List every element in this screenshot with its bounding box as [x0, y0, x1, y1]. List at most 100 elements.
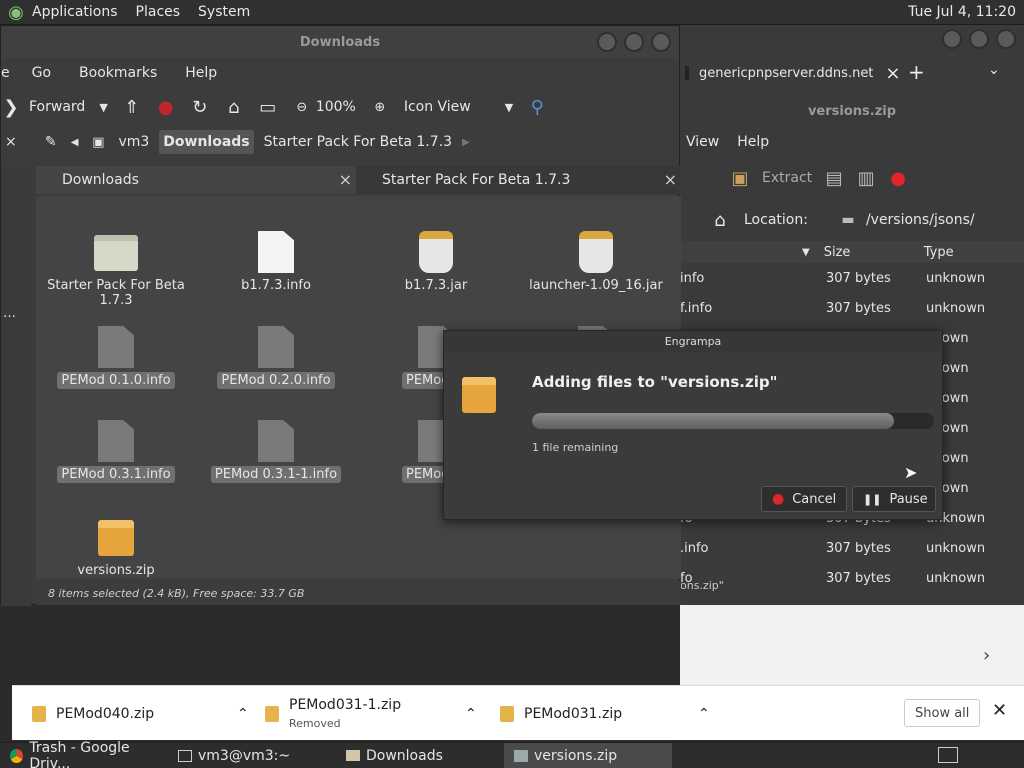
archive-menu-help[interactable]: Help [737, 134, 769, 150]
close-downloads-icon[interactable]: ✕ [992, 700, 1007, 721]
progress-dialog: Engrampa Adding files to "versions.zip" … [443, 330, 943, 520]
sidebar-ellipsis[interactable]: … [3, 306, 16, 321]
table-row[interactable]: f.info 307 bytes unknown [680, 293, 1024, 323]
menu-go[interactable]: Go [32, 65, 51, 81]
tab-starter-pack[interactable]: Starter Pack For Beta 1.7.3 × [356, 166, 681, 194]
file-icon-item[interactable]: PEMod 0.3.1.info [41, 420, 191, 483]
chevron-up-icon[interactable]: ⌃ [698, 706, 710, 722]
pause-button[interactable]: ❚❚ Pause [852, 486, 936, 512]
menu-bookmarks[interactable]: Bookmarks [79, 65, 157, 81]
path-back-icon[interactable]: ◀ [71, 137, 79, 148]
task-label: versions.zip [534, 747, 618, 764]
file-icon-item[interactable]: PEMod 0.2.0.info [201, 326, 351, 389]
chevron-up-icon[interactable]: ⌃ [465, 706, 477, 722]
file-icon-item[interactable]: PEMod 0.3.1-1.info [201, 420, 351, 483]
browser-tab[interactable]: genericpnpserver.ddns.net × [685, 58, 901, 88]
drive-icon: ▣ [92, 134, 105, 150]
home-icon[interactable]: ⌂ [710, 210, 730, 231]
clock[interactable]: Tue Jul 4, 11:20 [908, 4, 1016, 20]
download-item[interactable]: PEMod031-1.zip Removed ⌃ [265, 686, 477, 741]
terminal-icon [178, 749, 192, 762]
close-button[interactable] [651, 32, 671, 52]
crumb-vm3[interactable]: vm3 [118, 134, 149, 150]
forward-button[interactable]: Forward [29, 99, 85, 115]
stop-icon[interactable]: ● [156, 97, 176, 118]
search-icon[interactable]: ⚲ [527, 97, 547, 118]
task-downloads[interactable]: Downloads [336, 743, 504, 768]
table-row[interactable]: info 307 bytes unknown [680, 263, 1024, 293]
menu-applications[interactable]: Applications [32, 4, 118, 20]
add-files-icon[interactable]: ▤ [824, 168, 844, 189]
cancel-button[interactable]: ● Cancel [761, 486, 848, 512]
chrome-icon [10, 748, 24, 763]
minimize-button[interactable] [597, 32, 617, 52]
add-folder-icon[interactable]: ▥ [856, 168, 876, 189]
menu-help[interactable]: Help [185, 65, 217, 81]
pause-icon: ❚❚ [863, 492, 882, 506]
file-icon-item[interactable]: b1.7.3.info [201, 231, 351, 294]
tab-close-icon[interactable]: × [885, 63, 900, 84]
zip-file-icon [32, 705, 46, 722]
download-item[interactable]: PEMod040.zip ⌃ [32, 686, 249, 741]
table-row[interactable]: fo307 bytesunknown [680, 563, 1024, 593]
file-icon-item[interactable]: versions.zip [41, 514, 191, 579]
minimize-button[interactable] [942, 29, 962, 49]
maximize-button[interactable] [969, 29, 989, 49]
maximize-button[interactable] [624, 32, 644, 52]
tab-close-icon[interactable]: × [339, 170, 352, 189]
reload-icon[interactable]: ↻ [190, 97, 210, 118]
file-icon-item[interactable]: launcher-1.09_16.jar [521, 231, 671, 294]
cell-type: unknown [926, 300, 986, 316]
home-icon[interactable]: ⌂ [224, 97, 244, 118]
file-icon [258, 420, 294, 462]
task-versions[interactable]: versions.zip [504, 742, 672, 768]
distro-logo-icon[interactable]: ◉ [6, 2, 26, 23]
menu-edge-icon: e [1, 65, 10, 81]
task-terminal[interactable]: vm3@vm3:~ [168, 743, 336, 768]
path-forward-icon[interactable]: ▶ [462, 137, 470, 148]
location-field[interactable]: /versions/jsons/ [866, 212, 975, 228]
download-item[interactable]: PEMod031.zip ⌃ [500, 686, 710, 741]
forward-arrow-icon[interactable]: ❯ [1, 97, 21, 118]
archive-menu-view[interactable]: View [686, 134, 719, 150]
zoom-out-icon[interactable]: ⊖ [292, 97, 312, 117]
new-tab-icon[interactable]: + [908, 60, 925, 84]
stop-icon[interactable]: ● [888, 168, 908, 189]
menu-system[interactable]: System [198, 4, 250, 20]
cell-size: 307 bytes [826, 540, 891, 556]
next-arrow-icon[interactable]: › [983, 645, 990, 666]
zip-icon [98, 520, 134, 556]
cell-type: unknown [926, 570, 986, 586]
close-button[interactable] [996, 29, 1016, 49]
task-chrome[interactable]: Trash - Google Driv... [0, 740, 168, 768]
show-all-button[interactable]: Show all [904, 699, 981, 727]
progress-bar [532, 413, 934, 429]
workspace-switcher-icon[interactable] [938, 747, 958, 763]
view-selector[interactable]: Icon View [404, 99, 471, 115]
up-arrow-icon[interactable]: ⇑ [122, 97, 142, 118]
edit-path-icon[interactable]: ✎ [41, 132, 61, 152]
file-icon-item[interactable]: Starter Pack For Beta 1.7.3 [41, 231, 191, 309]
chevron-up-icon[interactable]: ⌃ [237, 706, 249, 722]
extract-button[interactable]: Extract [762, 170, 812, 186]
column-size[interactable]: Size [824, 245, 924, 260]
sort-arrow-icon[interactable]: ▼ [802, 247, 810, 258]
forward-dropdown-icon[interactable]: ▼ [99, 101, 107, 114]
zoom-in-icon[interactable]: ⊕ [370, 97, 390, 117]
menu-places[interactable]: Places [136, 4, 181, 20]
file-name-label: b1.7.3.jar [404, 278, 468, 293]
file-icon-item[interactable]: PEMod 0.1.0.info [41, 326, 191, 389]
cell-name: .info [680, 540, 709, 556]
close-sidebar-icon[interactable]: × [5, 134, 17, 150]
column-type[interactable]: Type [924, 245, 954, 260]
tab-list-chevron-icon[interactable]: ⌄ [988, 62, 1000, 78]
dialog-title: Engrampa [444, 331, 942, 353]
view-dropdown-icon[interactable]: ▼ [505, 101, 513, 114]
tab-downloads[interactable]: Downloads × [36, 166, 356, 194]
crumb-downloads[interactable]: Downloads [159, 130, 254, 154]
file-icon-item[interactable]: b1.7.3.jar [361, 231, 511, 294]
computer-icon[interactable]: ▭ [258, 97, 278, 118]
table-row[interactable]: .info 307 bytes unknown [680, 533, 1024, 563]
crumb-starter-pack[interactable]: Starter Pack For Beta 1.7.3 [264, 134, 452, 150]
tab-close-icon[interactable]: × [664, 170, 677, 189]
